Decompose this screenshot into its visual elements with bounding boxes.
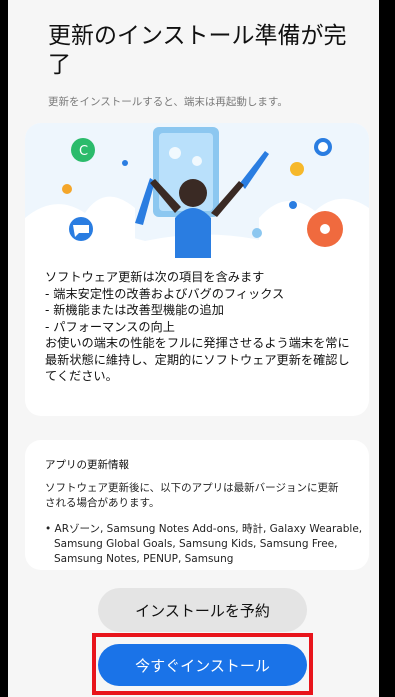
svg-text:C: C bbox=[79, 144, 88, 159]
app-list: • ARゾーン, Samsung Notes Add-ons, 時計, Gala… bbox=[45, 523, 363, 565]
update-info-card: C ソフトウェア更新は次の項目を含みます - 端末安定性の改善およびバグのフィッ… bbox=[25, 123, 369, 416]
update-contents-text: ソフトウェア更新は次の項目を含みます - 端末安定性の改善およびバグのフィックス… bbox=[45, 270, 350, 383]
screen-edge-right bbox=[379, 0, 395, 697]
screen-edge-left bbox=[0, 0, 8, 697]
install-now-button[interactable]: 今すぐインストール bbox=[98, 644, 307, 686]
schedule-install-button[interactable]: インストールを予約 bbox=[98, 588, 307, 632]
app-update-title: アプリの更新情報 bbox=[45, 459, 129, 471]
app-update-card: アプリの更新情報 ソフトウェア更新後に、以下のアプリは最新バージョンに更新される… bbox=[25, 440, 369, 570]
page-title: 更新のインストール準備が完了 bbox=[48, 23, 347, 78]
app-update-description: ソフトウェア更新後に、以下のアプリは最新バージョンに更新される場合があります。 bbox=[45, 482, 339, 509]
page-subtitle: 更新をインストールすると、端末は再起動します。 bbox=[48, 96, 288, 108]
celebration-illustration: C bbox=[25, 123, 369, 258]
